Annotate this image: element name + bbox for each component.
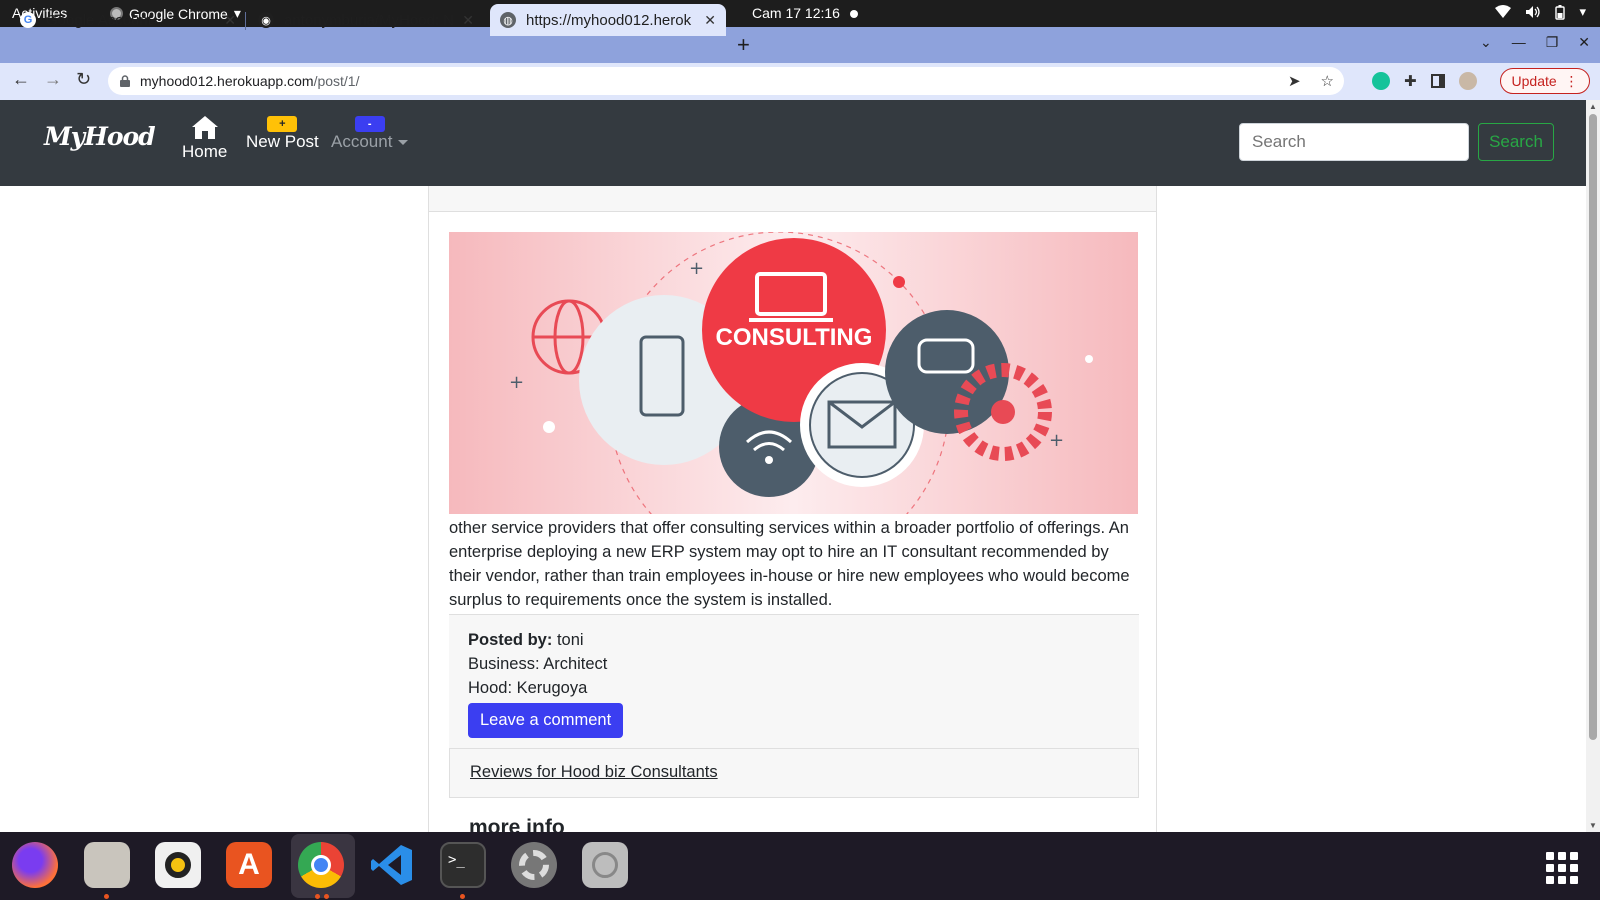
nav-account-dropdown[interactable]: - Account	[331, 112, 409, 152]
tab-divider	[245, 12, 246, 30]
post-image: CONSULTING + + +	[449, 232, 1138, 514]
svg-text:+: +	[689, 258, 704, 279]
extensions-area: ✚	[1372, 72, 1477, 90]
home-icon	[191, 116, 218, 139]
address-bar[interactable]: myhood012.herokuapp.com/post/1/ ➤ ☆	[108, 67, 1344, 95]
send-icon[interactable]: ➤	[1288, 72, 1301, 90]
chevron-down-icon: ▾	[1579, 4, 1586, 19]
reload-icon[interactable]: ↻	[76, 69, 91, 90]
close-window-icon[interactable]: ✕	[1578, 34, 1590, 51]
back-arrow-icon[interactable]: ←	[12, 69, 30, 90]
tab-github-repo[interactable]: ◉ antonymburia/MyHood: N ✕	[248, 4, 484, 36]
close-icon[interactable]: ✕	[224, 12, 236, 29]
google-icon: G	[20, 12, 36, 28]
more-info-heading: more info	[469, 816, 565, 832]
puzzle-icon[interactable]: ✚	[1404, 72, 1417, 90]
system-tray[interactable]: ▾	[1495, 4, 1586, 20]
url-path: /post/1/	[313, 73, 360, 89]
minimize-icon[interactable]: —	[1512, 34, 1526, 51]
clock-label: Cam 17 12:16	[752, 5, 840, 21]
leave-comment-button[interactable]: Leave a comment	[468, 703, 624, 738]
search-button[interactable]: Search	[1478, 123, 1554, 161]
update-label: Update	[1511, 73, 1557, 89]
post-meta: Posted by: toni Business: Architect Hood…	[449, 614, 1139, 748]
firefox-icon[interactable]	[12, 842, 58, 888]
side-panel-icon[interactable]	[1430, 74, 1445, 88]
close-icon[interactable]: ✕	[462, 12, 474, 29]
site-logo[interactable]: MyHood	[44, 122, 156, 151]
wifi-icon	[1495, 5, 1512, 18]
forward-arrow-icon[interactable]: →	[44, 69, 62, 90]
running-indicator	[324, 894, 329, 899]
nav-home[interactable]: Home	[182, 114, 227, 162]
tab-title: Google Account	[46, 11, 152, 29]
search-input[interactable]	[1239, 123, 1469, 161]
settings-gear-icon[interactable]	[511, 842, 557, 888]
new-post-badge: +	[267, 116, 298, 132]
kebab-menu-icon: ⋮	[1564, 72, 1579, 89]
web-page: MyHood Home + New Post - Account Search	[0, 100, 1586, 832]
nav-account-label: Account	[331, 132, 393, 151]
hood-line: Hood: Kerugoya	[468, 679, 588, 697]
scrollbar-thumb[interactable]	[1589, 114, 1597, 740]
window-controls: ⌄ — ❐ ✕	[1480, 34, 1590, 51]
reviews-link[interactable]: Reviews for Hood biz Consultants	[449, 748, 1139, 798]
volume-icon	[1526, 6, 1541, 18]
scroll-down-icon[interactable]: ▼	[1589, 821, 1597, 830]
account-badge: -	[354, 116, 385, 132]
posted-by-value: toni	[556, 631, 584, 649]
tab-search-icon[interactable]: ⌄	[1480, 34, 1492, 51]
tab-google-account[interactable]: G Google Account ✕	[10, 4, 246, 36]
update-button[interactable]: Update ⋮	[1500, 68, 1590, 94]
terminal-icon[interactable]: >_	[440, 842, 486, 888]
nav-home-label: Home	[182, 142, 228, 161]
omnibox-actions: ➤ ☆	[1288, 72, 1334, 90]
nav-new-post[interactable]: + New Post	[246, 112, 319, 152]
disk-utility-icon[interactable]	[582, 842, 628, 888]
page-scrollbar[interactable]: ▲ ▼	[1586, 100, 1600, 832]
svg-text:+: +	[1049, 430, 1064, 451]
show-apps-icon[interactable]	[1546, 852, 1578, 884]
chrome-dock-icon[interactable]	[298, 842, 344, 888]
close-icon[interactable]: ✕	[704, 12, 716, 29]
browser-toolbar: ← → ↻ myhood012.herokuapp.com/post/1/ ➤ …	[0, 63, 1600, 100]
globe-icon: ◍	[500, 12, 516, 28]
posted-by: Posted by: toni	[468, 628, 1120, 652]
vscode-glyph-icon	[371, 845, 412, 885]
restore-icon[interactable]: ❐	[1546, 34, 1559, 51]
notification-dot-icon	[849, 10, 858, 19]
posted-by-label: Posted by:	[468, 631, 553, 649]
new-tab-button[interactable]: +	[737, 32, 750, 58]
profile-avatar-icon[interactable]	[1458, 72, 1477, 90]
caret-down-icon	[398, 140, 409, 146]
running-indicator	[315, 894, 320, 899]
software-center-icon[interactable]: A	[226, 842, 272, 888]
nav-new-post-label: New Post	[246, 132, 319, 151]
clock[interactable]: Cam 17 12:16	[752, 5, 858, 21]
scroll-up-icon[interactable]: ▲	[1589, 102, 1597, 111]
svg-text:+: +	[509, 372, 524, 393]
image-caption: CONSULTING	[716, 324, 873, 351]
github-icon: ◉	[258, 12, 274, 28]
site-navbar: MyHood Home + New Post - Account Search	[0, 100, 1586, 186]
lock-icon	[120, 75, 130, 87]
tab-title: https://myhood012.herok	[526, 11, 692, 29]
post-body: other service providers that offer consu…	[449, 519, 1130, 609]
business-line: Business: Architect	[468, 655, 608, 673]
running-indicator	[460, 894, 465, 899]
running-indicator	[104, 894, 109, 899]
card-header	[429, 186, 1156, 212]
rhythmbox-icon[interactable]	[155, 842, 201, 888]
star-icon[interactable]: ☆	[1321, 72, 1334, 90]
post-card: CONSULTING + + + other service providers…	[428, 186, 1157, 832]
ubuntu-dock: A >_	[0, 832, 1600, 900]
files-icon[interactable]	[84, 842, 130, 888]
tab-myhood-post[interactable]: ◍ https://myhood012.herok ✕	[490, 4, 726, 36]
grammarly-icon[interactable]	[1372, 72, 1390, 90]
vscode-icon[interactable]	[369, 842, 415, 888]
battery-icon	[1555, 4, 1566, 20]
url-host: myhood012.herokuapp.com	[140, 73, 314, 89]
tab-title: antonymburia/MyHood: N	[284, 11, 455, 29]
